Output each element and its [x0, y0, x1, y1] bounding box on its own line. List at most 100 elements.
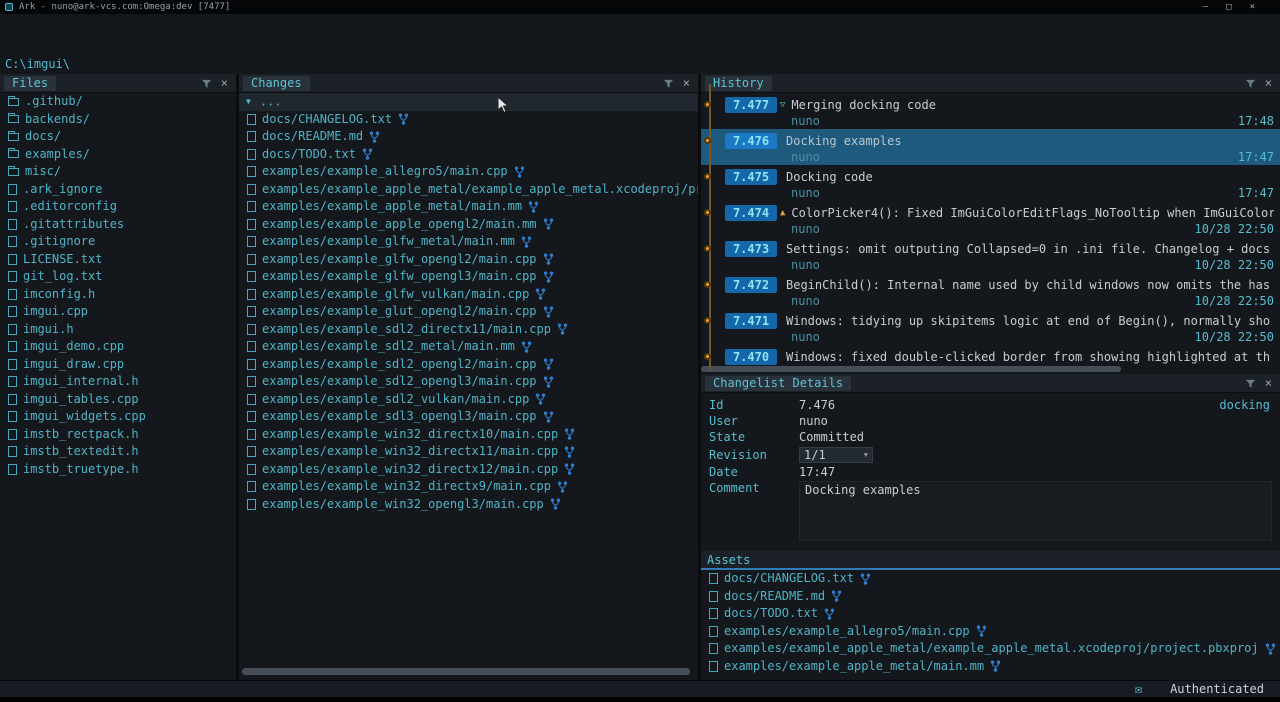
file-tree-item[interactable]: git_log.txt — [0, 268, 236, 286]
close-panel-icon[interactable]: × — [683, 78, 690, 89]
file-type-icon — [8, 219, 17, 230]
document-icon — [247, 446, 256, 457]
filter-icon[interactable] — [1245, 378, 1256, 389]
changeset-row[interactable]: 7.473 Settings: omit outputing Collapsed… — [701, 237, 1280, 273]
minimize-button[interactable]: — — [1203, 0, 1208, 14]
changed-file-row[interactable]: examples/example_glfw_metal/main.mm — [239, 233, 698, 251]
asset-row[interactable]: docs/TODO.txt — [701, 605, 1280, 623]
maximize-button[interactable]: □ — [1226, 0, 1231, 14]
changed-file-row[interactable]: examples/example_sdl2_opengl3/main.cpp — [239, 373, 698, 391]
file-tree-item[interactable]: imstb_textedit.h — [0, 443, 236, 461]
asset-row[interactable]: docs/CHANGELOG.txt — [701, 570, 1280, 588]
changeset-badge[interactable]: 7.475 — [725, 169, 777, 185]
changes-root-row[interactable]: ▼... — [239, 93, 698, 111]
file-tree-item[interactable]: .gitignore — [0, 233, 236, 251]
changeset-dot-icon — [704, 101, 711, 108]
asset-row[interactable]: docs/README.md — [701, 588, 1280, 606]
filter-icon[interactable] — [1245, 78, 1256, 89]
changeset-badge[interactable]: 7.473 — [725, 241, 777, 257]
changeset-badge[interactable]: 7.474 — [725, 205, 777, 221]
file-tree-item[interactable]: docs/ — [0, 128, 236, 146]
changeset-row[interactable]: 7.472 BeginChild(): Internal name used b… — [701, 273, 1280, 309]
file-tree-item[interactable]: imgui_demo.cpp — [0, 338, 236, 356]
file-name: .github/ — [25, 94, 83, 108]
file-tree-item[interactable]: imgui.h — [0, 321, 236, 339]
changed-file-row[interactable]: docs/CHANGELOG.txt — [239, 111, 698, 129]
file-tree-item[interactable]: imstb_rectpack.h — [0, 426, 236, 444]
asset-path: docs/CHANGELOG.txt — [724, 571, 854, 585]
changeset-marker-icon: ▽ — [780, 100, 785, 110]
changed-file-row[interactable]: examples/example_win32_directx9/main.cpp — [239, 478, 698, 496]
file-tree-item[interactable]: imgui_widgets.cpp — [0, 408, 236, 426]
changeset-row[interactable]: 7.471 Windows: tidying up skipitems logi… — [701, 309, 1280, 345]
file-tree-item[interactable]: .ark_ignore — [0, 181, 236, 199]
file-tree-item[interactable]: imgui_internal.h — [0, 373, 236, 391]
file-tree-item[interactable]: .editorconfig — [0, 198, 236, 216]
file-tree-item[interactable]: misc/ — [0, 163, 236, 181]
changed-file-path: examples/example_sdl2_metal/main.mm — [262, 339, 515, 353]
horizontal-scrollbar[interactable] — [701, 366, 1121, 372]
changed-file-row[interactable]: docs/README.md — [239, 128, 698, 146]
file-tree-item[interactable]: .gitattributes — [0, 216, 236, 234]
changed-file-row[interactable]: examples/example_apple_metal/main.mm — [239, 198, 698, 216]
changed-file-row[interactable]: examples/example_allegro5/main.cpp — [239, 163, 698, 181]
changeset-badge[interactable]: 7.477 — [725, 97, 777, 113]
changed-file-row[interactable]: examples/example_glut_opengl2/main.cpp — [239, 303, 698, 321]
file-tree-item[interactable]: .github/ — [0, 93, 236, 111]
file-tree-item[interactable]: examples/ — [0, 146, 236, 164]
file-tree-item[interactable]: backends/ — [0, 111, 236, 129]
horizontal-scrollbar[interactable] — [242, 668, 690, 675]
changed-file-row[interactable]: examples/example_sdl2_opengl2/main.cpp — [239, 356, 698, 374]
changed-file-row[interactable]: examples/example_sdl2_directx11/main.cpp — [239, 321, 698, 339]
branch-icon — [521, 341, 532, 353]
changeset-row[interactable]: 7.476 Docking examples nuno 17:47 — [701, 129, 1280, 165]
changeset-badge[interactable]: 7.471 — [725, 313, 777, 329]
close-panel-icon[interactable]: × — [221, 78, 228, 89]
changeset-row[interactable]: 7.477 ▽ Merging docking code nuno 17:48 — [701, 93, 1280, 129]
file-tree-item[interactable]: imgui_tables.cpp — [0, 391, 236, 409]
changed-file-row[interactable]: examples/example_win32_directx12/main.cp… — [239, 461, 698, 479]
changeset-row[interactable]: 7.474 ▲ ColorPicker4(): Fixed ImGuiColor… — [701, 201, 1280, 237]
file-tree-item[interactable]: imstb_truetype.h — [0, 461, 236, 479]
close-panel-icon[interactable]: × — [1265, 78, 1272, 89]
changed-file-row[interactable]: docs/TODO.txt — [239, 146, 698, 164]
asset-path: docs/TODO.txt — [724, 606, 818, 620]
changeset-row[interactable]: 7.475 Docking code nuno 17:47 — [701, 165, 1280, 201]
changed-file-row[interactable]: examples/example_win32_opengl3/main.cpp — [239, 496, 698, 514]
changed-file-row[interactable]: examples/example_win32_directx11/main.cp… — [239, 443, 698, 461]
changeset-badge[interactable]: 7.476 — [725, 133, 777, 149]
user-label: User — [709, 414, 799, 428]
changeset-row[interactable]: 7.470 Windows: fixed double-clicked bord… — [701, 345, 1280, 368]
asset-row[interactable]: examples/example_apple_metal/main.mm — [701, 658, 1280, 676]
document-icon — [247, 166, 256, 177]
file-tree-item[interactable]: imgui.cpp — [0, 303, 236, 321]
filter-icon[interactable] — [201, 78, 212, 89]
changeset-time: 17:47 — [1238, 150, 1274, 164]
changeset-badge[interactable]: 7.470 — [725, 349, 777, 365]
file-tree-item[interactable]: imconfig.h — [0, 286, 236, 304]
collapse-arrow-icon[interactable]: ▼ — [246, 97, 251, 106]
changed-file-row[interactable]: examples/example_sdl2_vulkan/main.cpp — [239, 391, 698, 409]
revision-select[interactable]: 1/1 ▼ — [799, 447, 873, 463]
changed-file-row[interactable]: examples/example_sdl2_metal/main.mm — [239, 338, 698, 356]
close-button[interactable]: × — [1250, 0, 1255, 14]
file-tree-item[interactable]: imgui_draw.cpp — [0, 356, 236, 374]
changed-file-path: examples/example_glut_opengl2/main.cpp — [262, 304, 537, 318]
asset-row[interactable]: examples/example_allegro5/main.cpp — [701, 623, 1280, 641]
changed-file-path: examples/example_win32_directx11/main.cp… — [262, 444, 558, 458]
mail-icon[interactable]: ✉ — [1135, 682, 1142, 696]
changed-file-row[interactable]: examples/example_apple_metal/example_app… — [239, 181, 698, 199]
file-tree-item[interactable]: LICENSE.txt — [0, 251, 236, 269]
changed-file-row[interactable]: examples/example_glfw_opengl3/main.cpp — [239, 268, 698, 286]
changed-file-row[interactable]: examples/example_glfw_opengl2/main.cpp — [239, 251, 698, 269]
changeset-dot-icon — [704, 209, 711, 216]
filter-icon[interactable] — [663, 78, 674, 89]
changed-file-row[interactable]: examples/example_sdl3_opengl3/main.cpp — [239, 408, 698, 426]
changed-file-row[interactable]: examples/example_apple_opengl2/main.mm — [239, 216, 698, 234]
comment-box[interactable]: Docking examples — [799, 481, 1272, 541]
asset-row[interactable]: examples/example_apple_metal/example_app… — [701, 640, 1280, 658]
changed-file-row[interactable]: examples/example_glfw_vulkan/main.cpp — [239, 286, 698, 304]
close-panel-icon[interactable]: × — [1265, 378, 1272, 389]
changeset-badge[interactable]: 7.472 — [725, 277, 777, 293]
changed-file-row[interactable]: examples/example_win32_directx10/main.cp… — [239, 426, 698, 444]
